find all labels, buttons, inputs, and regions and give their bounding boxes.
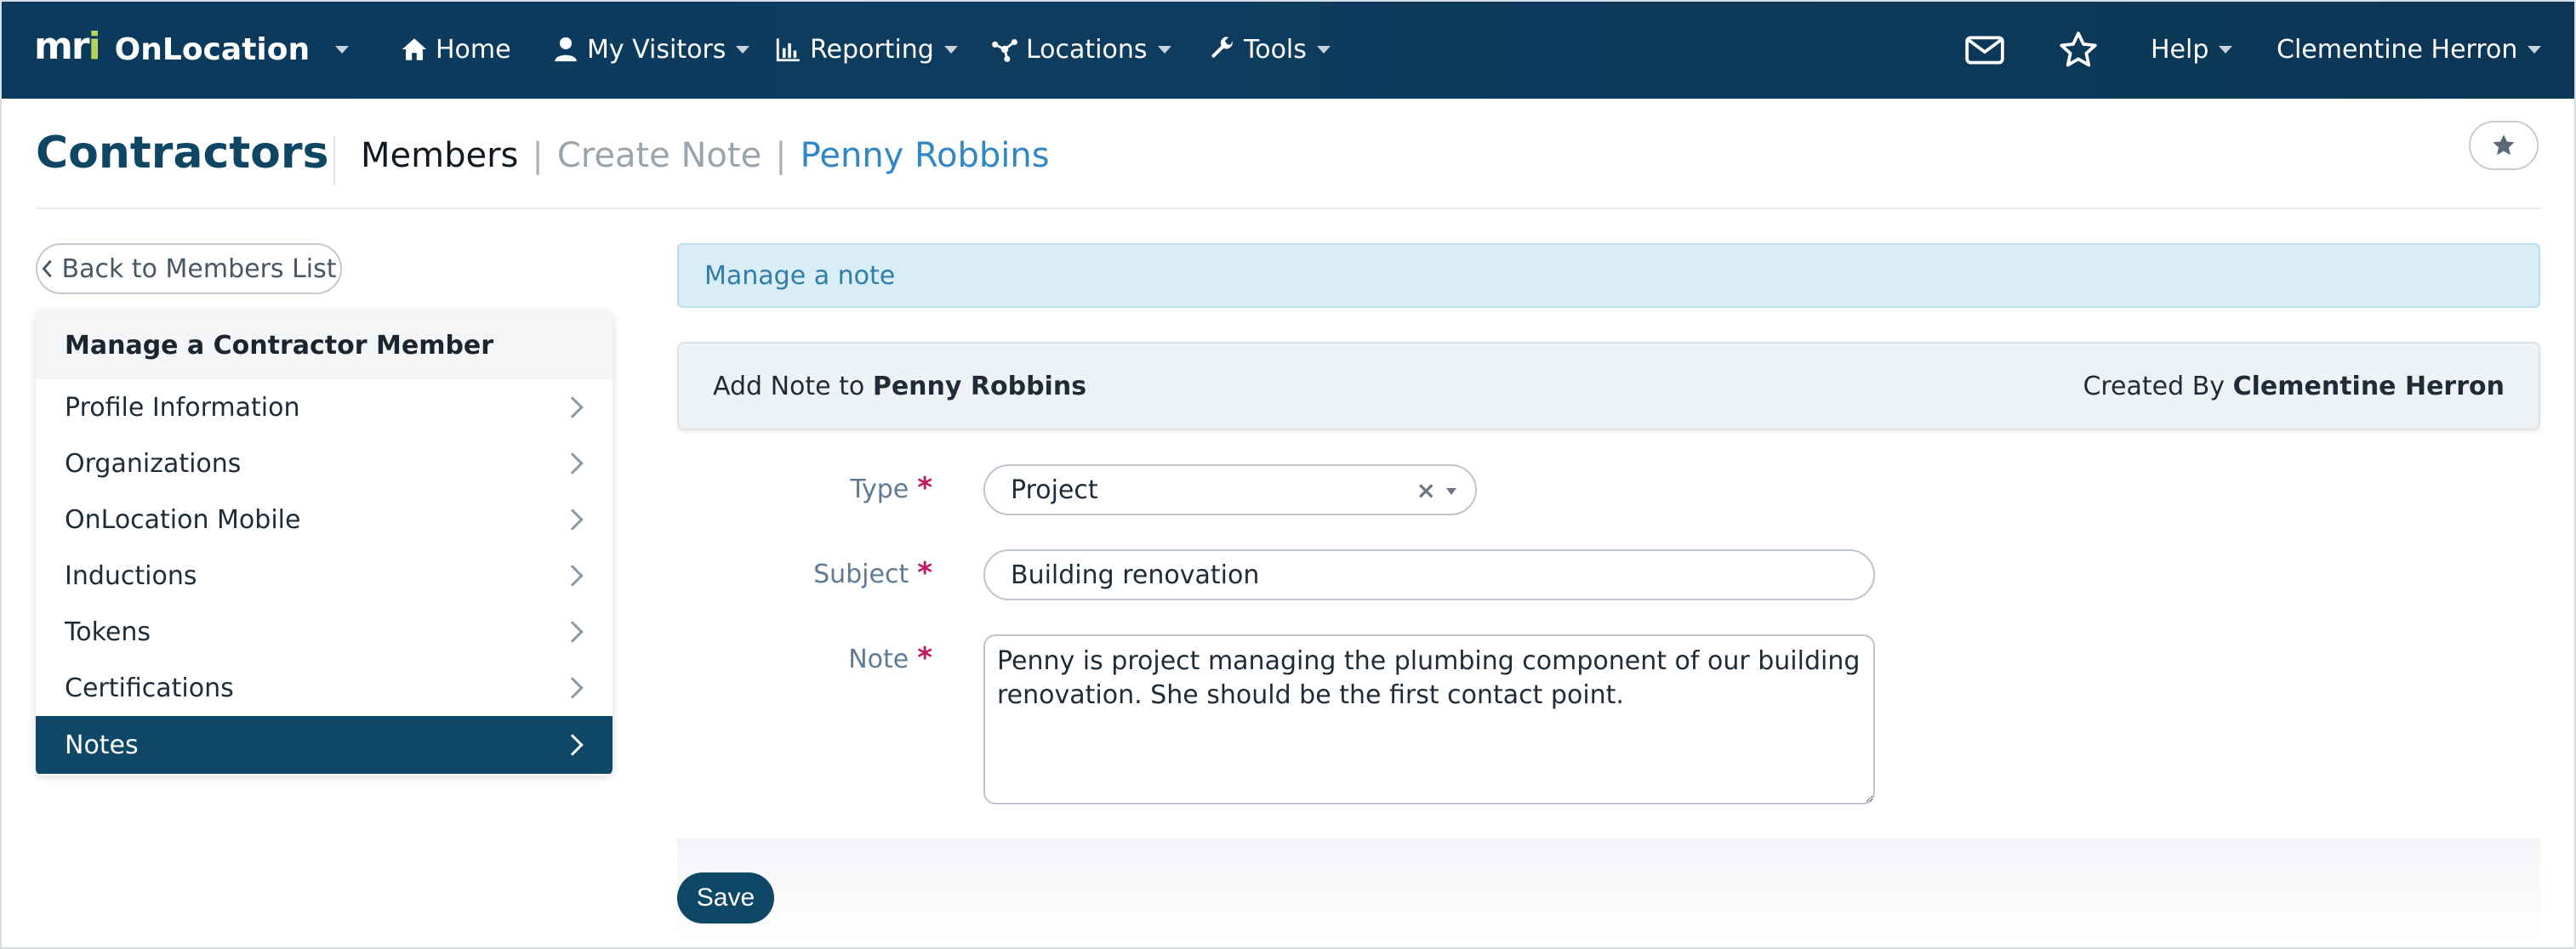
subject-input[interactable]: [983, 549, 1875, 600]
sidebar-item-notes[interactable]: Notes: [36, 716, 613, 774]
nav-tools[interactable]: Tools: [1208, 29, 1331, 70]
nav-locations[interactable]: Locations: [990, 29, 1171, 70]
nav-home-label: Home: [436, 34, 511, 65]
note-label: Note *: [677, 641, 932, 675]
add-note-heading: Add Note to Penny Robbins: [713, 372, 1086, 401]
nav-reporting[interactable]: Reporting: [774, 29, 958, 70]
user-name: Clementine Herron: [2277, 34, 2518, 65]
wrench-icon: [1211, 37, 1233, 58]
back-to-members-button[interactable]: Back to Members List: [36, 243, 342, 294]
bar-chart-icon: [776, 38, 800, 62]
back-button-label: Back to Members List: [61, 253, 337, 284]
nav-tools-label: Tools: [1244, 34, 1307, 65]
add-favorite-button[interactable]: [2469, 121, 2539, 170]
created-by-prefix: Created By: [2083, 371, 2226, 401]
subject-label-text: Subject: [813, 560, 909, 589]
breadcrumb-member-name[interactable]: Penny Robbins: [801, 136, 1050, 175]
top-navigation-bar: mri OnLocation Home My Visitors Reportin…: [0, 0, 2576, 99]
chevron-left-icon: [43, 259, 53, 278]
breadcrumb-create-note: Create Note: [556, 136, 762, 175]
add-note-prefix: Add Note to: [713, 371, 865, 401]
chevron-right-icon: [561, 452, 584, 474]
clear-icon[interactable]: ×: [1416, 476, 1436, 504]
sidebar-item-label: Notes: [65, 730, 139, 760]
sidebar-item-inductions[interactable]: Inductions: [36, 548, 613, 604]
nav-home[interactable]: Home: [400, 29, 511, 70]
chevron-right-icon: [561, 621, 584, 643]
nav-my-visitors[interactable]: My Visitors: [551, 29, 750, 70]
info-alert: Manage a note: [677, 243, 2540, 308]
sidebar-item-label: Tokens: [65, 617, 151, 647]
help-menu[interactable]: Help: [2151, 29, 2233, 70]
chevron-down-icon: [2528, 45, 2542, 54]
star-icon: [2493, 134, 2515, 156]
header-divider: [36, 207, 2540, 209]
breadcrumb: Members | Create Note | Penny Robbins: [361, 136, 1050, 175]
created-by: Created By Clementine Herron: [2083, 372, 2505, 401]
sidebar-item-onlocation-mobile[interactable]: OnLocation Mobile: [36, 492, 613, 548]
chevron-right-icon: [561, 677, 584, 699]
note-label-text: Note: [848, 645, 909, 674]
help-label: Help: [2151, 34, 2209, 65]
chevron-right-icon: [561, 734, 584, 756]
mri-logo: mri: [34, 25, 101, 68]
form-footer: [677, 838, 2540, 947]
sidebar-item-certifications[interactable]: Certifications: [36, 660, 613, 716]
sidebar-item-tokens[interactable]: Tokens: [36, 604, 613, 660]
star-icon[interactable]: [2057, 29, 2100, 71]
title-divider: [333, 136, 335, 185]
subject-label: Subject *: [677, 556, 932, 590]
chevron-right-icon: [561, 565, 584, 587]
envelope-icon[interactable]: [1963, 29, 2006, 71]
nav-reporting-label: Reporting: [810, 34, 934, 65]
type-label-text: Type: [850, 474, 909, 504]
sidebar-item-profile-information[interactable]: Profile Information: [36, 379, 613, 435]
sidebar-item-label: Organizations: [65, 448, 242, 479]
sidebar-item-label: OnLocation Mobile: [65, 504, 301, 535]
dropdown-caret-icon: [1446, 488, 1456, 495]
chevron-down-icon: [2219, 45, 2233, 54]
required-marker: *: [917, 471, 932, 505]
required-marker: *: [917, 556, 932, 590]
sidebar-item-label: Inductions: [65, 560, 197, 591]
page-title: Contractors: [36, 128, 329, 179]
created-by-name: Clementine Herron: [2232, 371, 2505, 401]
sidebar-item-label: Profile Information: [65, 392, 300, 423]
chevron-right-icon: [561, 509, 584, 531]
member-sidebar: Manage a Contractor Member Profile Infor…: [36, 311, 613, 776]
app-name: OnLocation: [114, 31, 311, 67]
save-button[interactable]: Save: [677, 872, 774, 923]
note-panel-header: Add Note to Penny Robbins Created By Cle…: [677, 342, 2540, 430]
breadcrumb-separator: |: [775, 136, 787, 175]
chevron-right-icon: [561, 396, 584, 418]
app-switcher-caret-icon[interactable]: [335, 46, 349, 54]
breadcrumb-separator: |: [532, 136, 544, 175]
chevron-down-icon: [736, 45, 750, 54]
network-icon: [992, 38, 1017, 62]
nav-my-visitors-label: My Visitors: [587, 34, 727, 65]
add-note-member: Penny Robbins: [872, 371, 1087, 401]
type-label: Type *: [677, 471, 932, 505]
chevron-down-icon: [1316, 45, 1331, 54]
user-menu[interactable]: Clementine Herron: [2277, 29, 2542, 70]
chevron-down-icon: [1157, 45, 1171, 54]
type-select[interactable]: Project ×: [983, 464, 1477, 515]
type-select-value: Project: [1011, 474, 1098, 505]
user-icon: [555, 37, 577, 62]
sidebar-heading: Manage a Contractor Member: [36, 311, 613, 379]
required-marker: *: [917, 641, 932, 675]
sidebar-item-label: Certifications: [65, 673, 234, 703]
sidebar-item-organizations[interactable]: Organizations: [36, 435, 613, 492]
app-logo[interactable]: mri OnLocation: [34, 25, 311, 73]
nav-locations-label: Locations: [1026, 34, 1148, 65]
home-icon: [402, 38, 427, 60]
breadcrumb-members[interactable]: Members: [361, 136, 518, 175]
note-textarea[interactable]: Penny is project managing the plumbing c…: [983, 634, 1875, 804]
chevron-down-icon: [943, 45, 958, 54]
